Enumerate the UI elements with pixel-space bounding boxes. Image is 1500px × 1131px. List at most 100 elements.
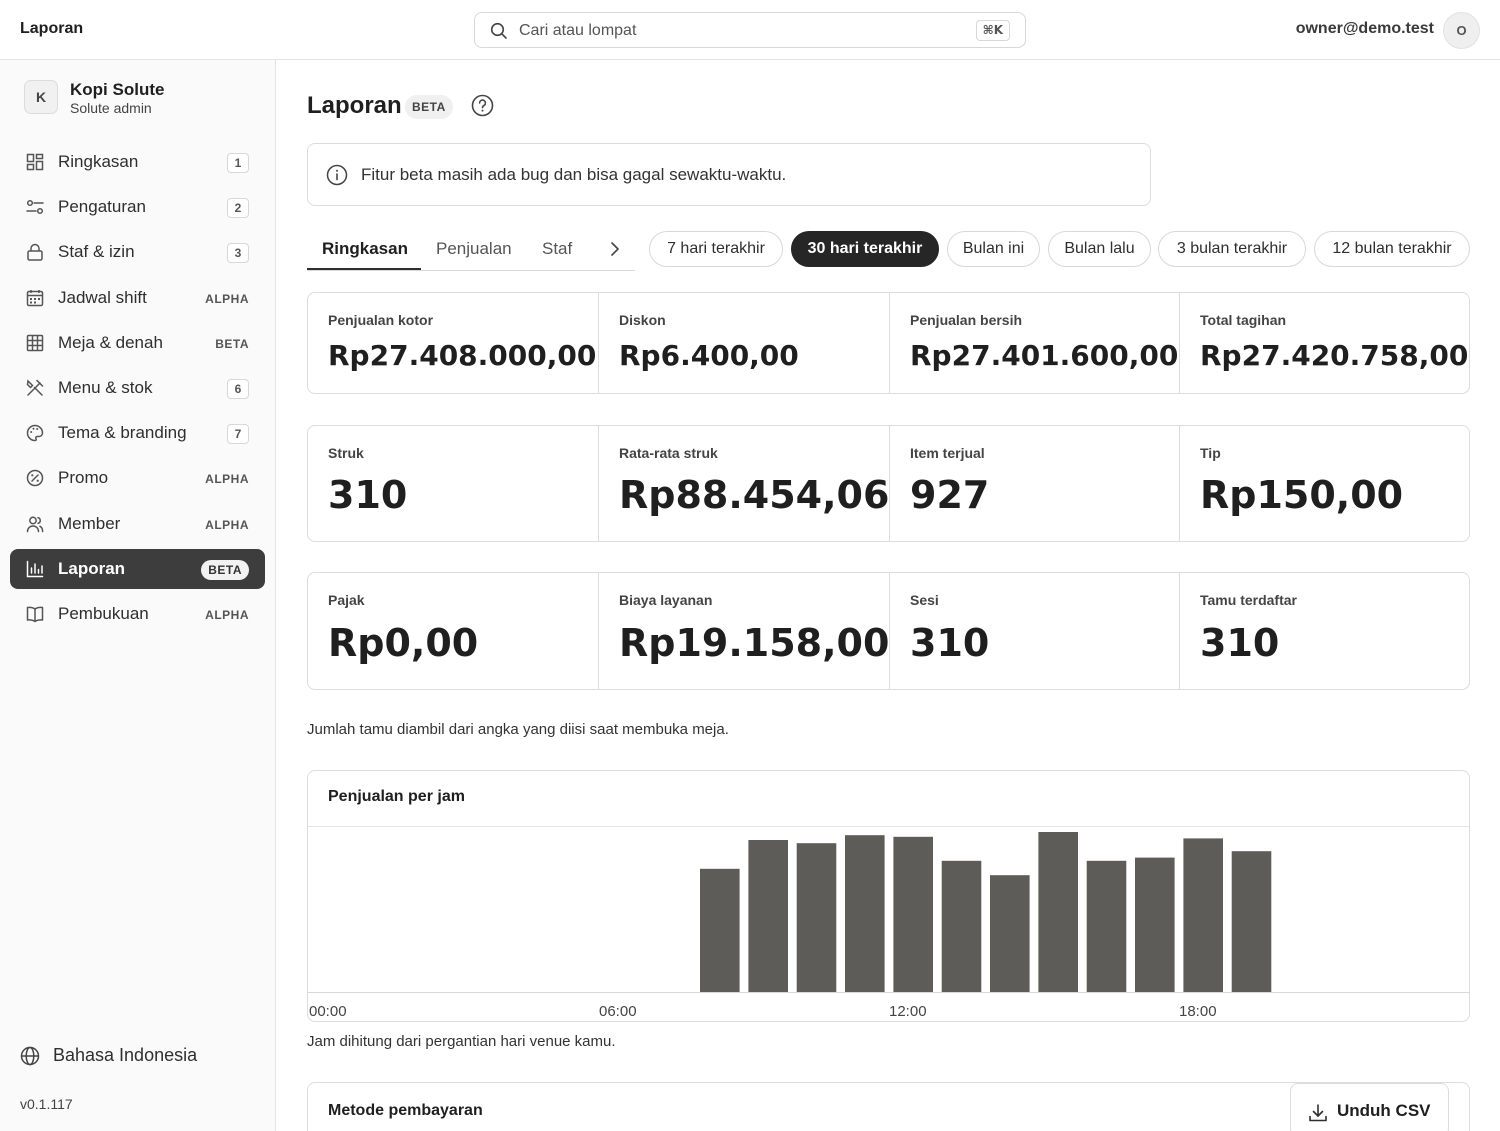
sidebar-item-badge: 6: [227, 378, 249, 399]
sidebar-item-tema[interactable]: Tema & branding 7: [10, 413, 265, 453]
lock-icon: [27, 244, 43, 262]
x-tick-label: 00:00: [309, 1003, 347, 1020]
search-shortcut: ⌘K: [975, 20, 1010, 41]
chart-title: Penjualan per jam: [328, 788, 465, 805]
sidebar-item-ringkasan[interactable]: Ringkasan 1: [10, 142, 265, 182]
range-bulan-ini[interactable]: Bulan ini: [947, 231, 1040, 267]
sidebar-item-meja[interactable]: Meja & denah BETA: [10, 323, 265, 363]
utensils-icon: [26, 379, 44, 396]
range-3-bulan[interactable]: 3 bulan terakhir: [1158, 231, 1306, 267]
org-avatar: K: [24, 80, 58, 114]
app-version: v0.1.117: [20, 1096, 73, 1112]
stat-card: Tip Rp150,00: [1179, 426, 1469, 541]
users-icon: [26, 516, 44, 532]
status-badge: BETA: [405, 95, 453, 119]
sidebar-item-pembukuan[interactable]: Pembukuan ALPHA: [10, 594, 265, 634]
stat-card: Tamu terdaftar 310: [1179, 573, 1469, 689]
user-email[interactable]: owner@demo.test: [1296, 20, 1434, 38]
search-icon: [490, 22, 507, 39]
sidebar-item-laporan[interactable]: Laporan BETA: [10, 548, 265, 589]
x-tick-label: 18:00: [1179, 1003, 1217, 1020]
top-bar: Laporan Cari atau lompat ⌘K owner@demo.t…: [0, 0, 1500, 60]
alert-text: Fitur beta masih ada bug dan bisa gagal …: [361, 165, 787, 184]
bar-chart-icon: [26, 560, 44, 577]
stat-card: Struk 310: [308, 426, 598, 541]
sidebar-item-badge: 3: [227, 243, 249, 264]
stat-card: Total tagihan Rp27.420.758,00: [1179, 293, 1469, 393]
sidebar-item-label: Ringkasan: [58, 152, 139, 171]
chart-bar[interactable]: [700, 868, 740, 992]
chart-bar[interactable]: [796, 843, 837, 992]
chart-plot: 00:00 06:00 12:00 18:00: [308, 832, 1469, 1020]
stat-card: Rata-rata struk Rp88.454,06: [598, 426, 889, 541]
sidebar-item-pengaturan[interactable]: Pengaturan 2: [10, 187, 265, 227]
range-bulan-lalu[interactable]: Bulan lalu: [1048, 231, 1151, 267]
chart-bar[interactable]: [990, 875, 1030, 992]
download-csv-label: Unduh CSV: [1337, 1101, 1431, 1120]
sidebar-item-member[interactable]: Member ALPHA: [10, 504, 265, 544]
sidebar-item-badge: BETA: [215, 336, 249, 351]
chart-bar[interactable]: [893, 836, 933, 992]
chart-bar[interactable]: [748, 840, 788, 992]
chart-bar[interactable]: [1135, 857, 1175, 992]
stat-label: Struk: [328, 445, 364, 461]
sidebar-item-label: Laporan: [58, 558, 126, 578]
book-icon: [26, 606, 44, 623]
calendar-icon: [26, 289, 44, 306]
sidebar-item-badge: 2: [227, 198, 249, 219]
user-avatar[interactable]: O: [1443, 12, 1480, 49]
chart-bar[interactable]: [941, 860, 982, 992]
sidebar-item-label: Pengaturan: [58, 197, 146, 217]
stat-value: 927: [910, 473, 990, 517]
tab-ringkasan[interactable]: Ringkasan: [322, 239, 408, 259]
sidebar: K Kopi Solute Solute admin Ringkasan 1 P…: [0, 60, 276, 1131]
range-12-bulan[interactable]: 12 bulan terakhir: [1314, 231, 1470, 267]
globe-icon: [20, 1046, 40, 1066]
sidebar-item-badge: 1: [227, 153, 249, 173]
sidebar-item-label: Jadwal shift: [58, 287, 147, 307]
tab-penjualan[interactable]: Penjualan: [436, 239, 512, 259]
dashboard-icon: [26, 153, 44, 171]
sidebar-item-jadwal-shift[interactable]: Jadwal shift ALPHA: [10, 278, 265, 318]
hourly-sales-chart: Penjualan per jam 00:00 06:00 12:00 18:00: [307, 770, 1470, 1022]
range-7-hari[interactable]: 7 hari terakhir: [649, 231, 783, 267]
stat-value: 310: [1200, 621, 1280, 665]
sidebar-item-badge: ALPHA: [205, 607, 249, 622]
sidebar-item-badge: ALPHA: [205, 291, 249, 306]
x-tick-label: 12:00: [889, 1003, 927, 1020]
range-30-hari[interactable]: 30 hari terakhir: [791, 231, 939, 267]
chart-bar[interactable]: [845, 835, 885, 992]
stats-row-receipts: Struk 310 Rata-rata struk Rp88.454,06 It…: [307, 425, 1470, 542]
stat-label: Total tagihan: [1200, 312, 1287, 328]
sidebar-item-promo[interactable]: Promo ALPHA: [10, 458, 265, 498]
stat-label: Pajak: [328, 592, 365, 608]
sidebar-item-staf[interactable]: Staf & izin 3: [10, 232, 265, 272]
tab-staf[interactable]: Staf: [542, 239, 572, 259]
chart-bar[interactable]: [1231, 851, 1272, 992]
sidebar-item-badge: BETA: [201, 559, 249, 580]
stat-label: Penjualan bersih: [910, 312, 1023, 328]
search-input[interactable]: Cari atau lompat ⌘K: [474, 12, 1026, 48]
download-csv-button[interactable]: Unduh CSV: [1290, 1083, 1449, 1131]
help-icon[interactable]: [471, 94, 494, 117]
sidebar-item-label: Meja & denah: [58, 332, 163, 352]
x-tick-label: 06:00: [599, 1003, 637, 1020]
sidebar-nav: Ringkasan 1 Pengaturan 2 Staf & izin 3 J…: [10, 142, 265, 639]
sidebar-item-label: Menu & stok: [58, 377, 153, 397]
grid-icon: [26, 334, 44, 351]
guest-note: Jumlah tamu diambil dari angka yang diis…: [307, 721, 729, 738]
stat-label: Penjualan kotor: [328, 312, 434, 328]
stat-card: Penjualan bersih Rp27.401.600,00: [889, 293, 1179, 393]
search-placeholder: Cari atau lompat: [519, 22, 637, 39]
language-label: Bahasa Indonesia: [53, 1045, 198, 1065]
chevron-right-icon[interactable]: [608, 239, 622, 259]
stats-row-fees: Pajak Rp0,00 Biaya layanan Rp19.158,00 S…: [307, 572, 1470, 690]
beta-alert: Fitur beta masih ada bug dan bisa gagal …: [307, 143, 1151, 206]
stat-card: Diskon Rp6.400,00: [598, 293, 889, 393]
stat-value: Rp27.401.600,00: [910, 339, 1179, 372]
chart-bar[interactable]: [1183, 838, 1223, 992]
chart-bar[interactable]: [1086, 860, 1127, 992]
stat-card: Item terjual 927: [889, 426, 1179, 541]
sidebar-item-menu-stok[interactable]: Menu & stok 6: [10, 368, 265, 408]
chart-bar[interactable]: [1038, 832, 1078, 992]
